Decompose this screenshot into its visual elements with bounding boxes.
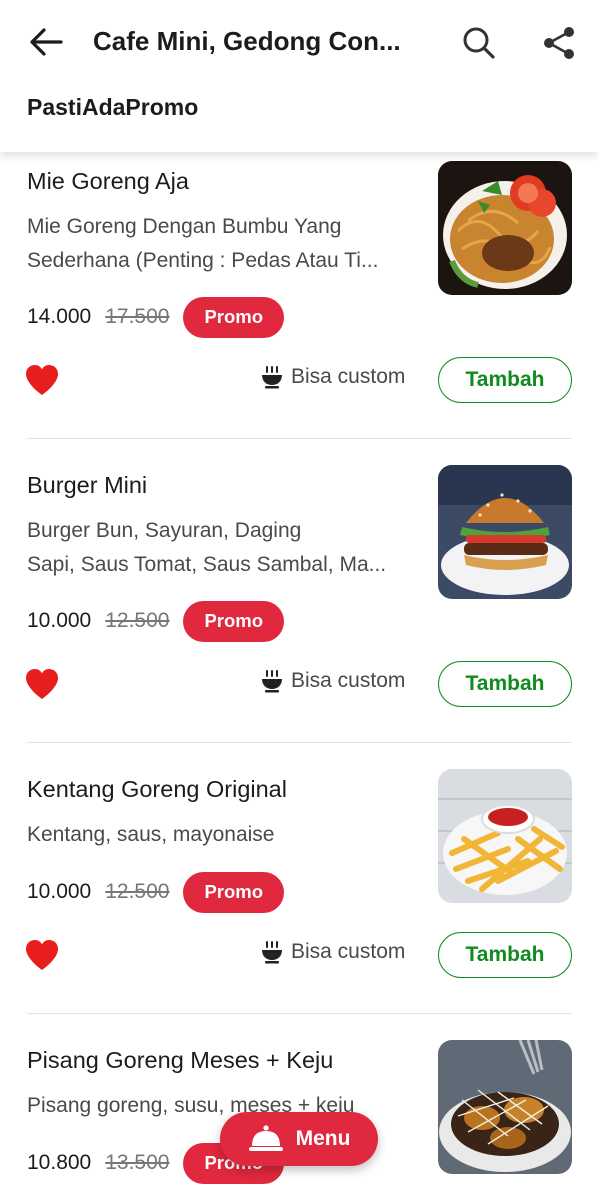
item-actions: Bisa custom Tambah: [0, 661, 598, 707]
item-image-mie-goreng: [438, 161, 572, 295]
custom-label: Bisa custom: [291, 940, 406, 963]
item-description: Mie Goreng Dengan Bumbu Yang Sederhana (…: [27, 210, 412, 278]
add-to-cart-button[interactable]: Tambah: [438, 932, 572, 978]
app-header: Cafe Mini, Gedong Con... PastiAdaPromo: [0, 0, 598, 152]
divider: [27, 1013, 572, 1014]
favorite-heart-icon[interactable]: [24, 363, 60, 397]
favorite-heart-icon[interactable]: [24, 667, 60, 701]
price-row: 10.000 12.500 Promo: [27, 871, 285, 913]
divider: [27, 438, 572, 439]
price: 10.000: [27, 609, 92, 632]
customizable-indicator: Bisa custom: [261, 940, 405, 964]
share-icon: [544, 27, 574, 59]
description-line: Kentang, saus, mayonaise: [27, 823, 275, 846]
item-actions: Bisa custom Tambah: [0, 357, 598, 403]
bowl-icon: [262, 670, 282, 693]
list-item[interactable]: Mie Goreng Aja Mie Goreng Dengan Bumbu Y…: [0, 152, 598, 438]
add-to-cart-button[interactable]: Tambah: [438, 357, 572, 403]
description-line: Mie Goreng Dengan Bumbu Yang: [27, 215, 342, 238]
item-actions: Bisa custom Tambah: [0, 932, 598, 978]
customizable-indicator: Bisa custom: [261, 669, 405, 693]
favorite-heart-icon[interactable]: [24, 938, 60, 972]
promo-badge: Promo: [183, 600, 285, 642]
divider: [27, 742, 572, 743]
add-to-cart-button[interactable]: Tambah: [438, 661, 572, 707]
item-name: Burger Mini: [27, 472, 148, 498]
description-line: Burger Bun, Sayuran, Daging: [27, 519, 302, 542]
item-image-pisang-goreng: [438, 1040, 572, 1174]
original-price: 12.500: [105, 609, 170, 632]
item-image-burger: [438, 465, 572, 599]
arrow-left-icon: [30, 28, 63, 56]
description-line: Sapi, Saus Tomat, Saus Sambal, Ma...: [27, 553, 387, 576]
custom-label: Bisa custom: [291, 365, 406, 388]
list-item[interactable]: Burger Mini Burger Bun, Sayuran, Daging …: [0, 456, 598, 742]
price: 14.000: [27, 305, 92, 328]
item-description: Kentang, saus, mayonaise: [27, 818, 412, 852]
back-button[interactable]: [24, 22, 68, 62]
list-item[interactable]: Kentang Goreng Original Kentang, saus, m…: [0, 760, 598, 1014]
menu-button[interactable]: Menu: [220, 1112, 378, 1166]
bowl-icon: [262, 366, 282, 389]
page-title: Cafe Mini, Gedong Con...: [93, 26, 401, 56]
original-price: 12.500: [105, 880, 170, 903]
item-image-kentang-goreng: [438, 769, 572, 903]
menu-label: Menu: [295, 1127, 351, 1150]
item-name: Mie Goreng Aja: [27, 168, 189, 194]
promo-badge: Promo: [183, 871, 285, 913]
promo-badge: Promo: [183, 296, 285, 338]
price: 10.000: [27, 880, 92, 903]
header-toolbar: Cafe Mini, Gedong Con...: [0, 0, 598, 86]
share-button[interactable]: [538, 22, 580, 64]
price-row: 14.000 17.500 Promo: [27, 296, 285, 338]
item-name: Pisang Goreng Meses + Keju: [27, 1047, 334, 1073]
food-cloche-icon: [248, 1125, 283, 1151]
original-price: 13.500: [105, 1151, 170, 1174]
price: 10.800: [27, 1151, 92, 1174]
promo-section-title: PastiAdaPromo: [27, 94, 199, 120]
search-icon: [463, 27, 495, 59]
description-line: Sederhana (Penting : Pedas Atau Ti...: [27, 249, 379, 272]
search-button[interactable]: [458, 22, 500, 64]
item-description: Burger Bun, Sayuran, Daging Sapi, Saus T…: [27, 514, 412, 582]
item-name: Kentang Goreng Original: [27, 776, 287, 802]
customizable-indicator: Bisa custom: [261, 365, 405, 389]
bowl-icon: [262, 941, 282, 964]
original-price: 17.500: [105, 305, 170, 328]
price-row: 10.000 12.500 Promo: [27, 600, 285, 642]
custom-label: Bisa custom: [291, 669, 406, 692]
